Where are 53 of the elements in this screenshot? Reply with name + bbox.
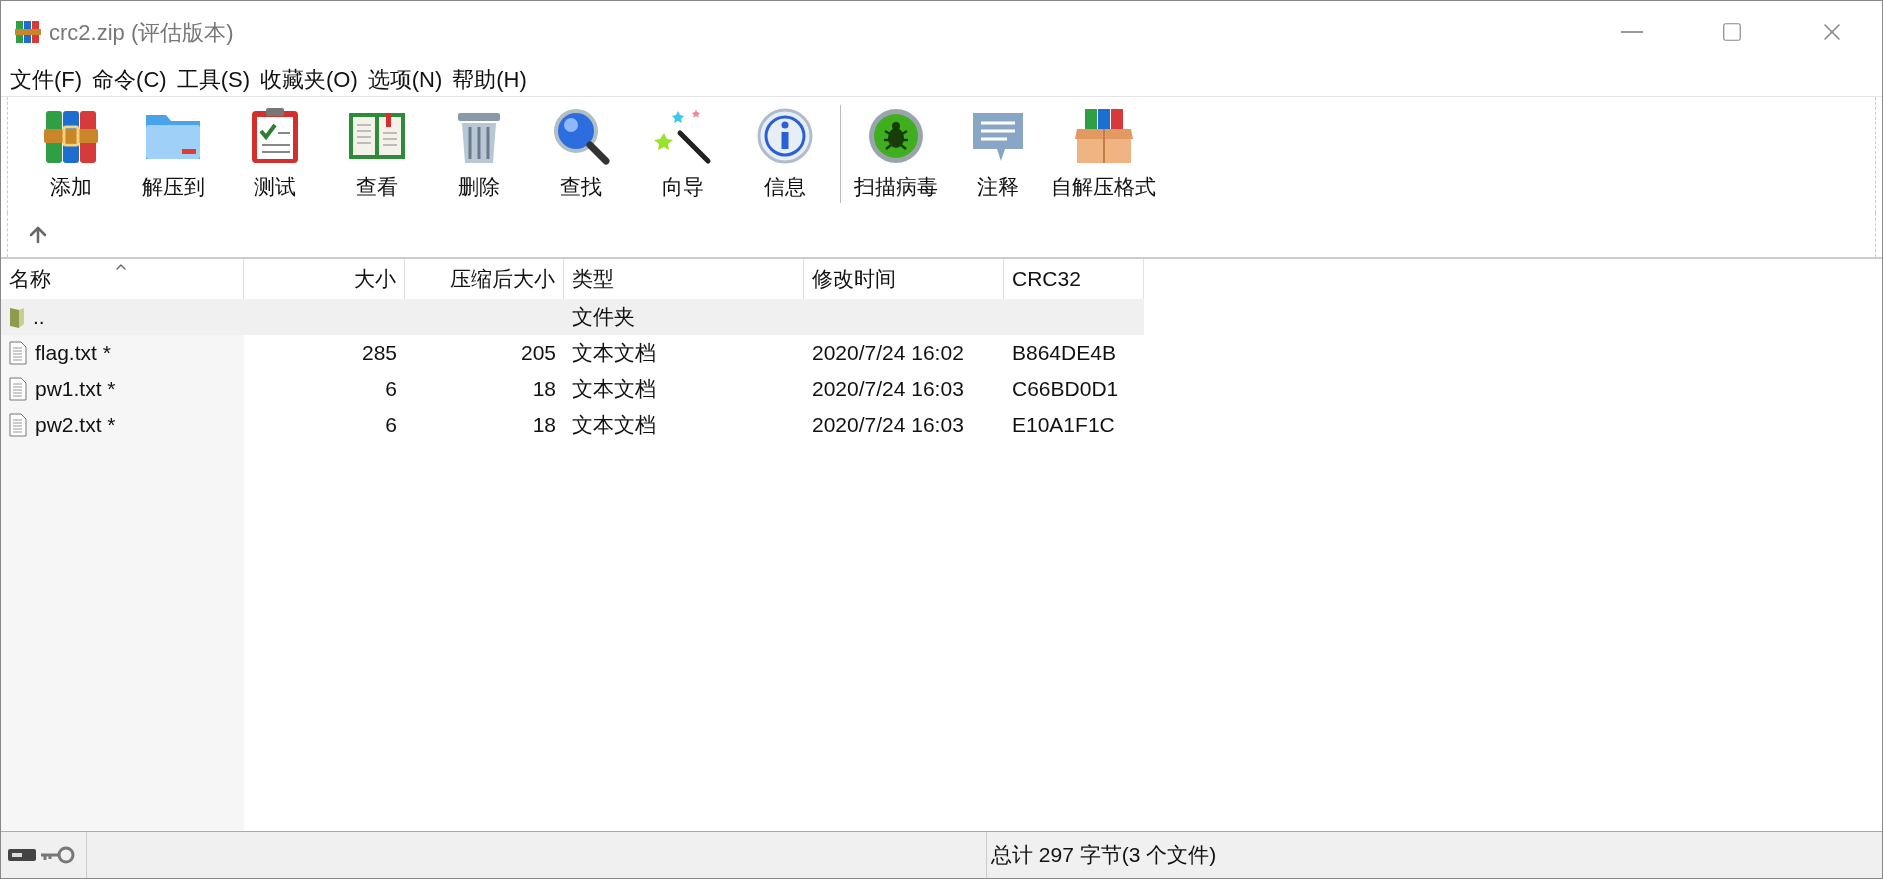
table-cell-text: 18 <box>532 376 556 403</box>
menu-item[interactable]: 选项(N) <box>362 63 448 96</box>
toolbar-button[interactable]: 信息 <box>734 105 836 203</box>
menu-item[interactable]: 文件(F) <box>5 63 88 96</box>
table-cell-text: 205 <box>520 340 556 367</box>
table-cell-text: 文件夹 <box>572 304 635 331</box>
table-cell-text: 2020/7/24 16:03 <box>812 376 964 403</box>
file-row[interactable]: flag.txt * 285 205 文本文档 2020/7/24 16:02 B864DE4B <box>1 335 1144 371</box>
table-cell-text: 6 <box>385 412 397 439</box>
toolbar-button[interactable]: 注释 <box>947 105 1049 203</box>
menu-item[interactable]: 收藏夹(O) <box>254 63 363 96</box>
toolbar-button[interactable]: 测试 <box>224 105 326 203</box>
table-cell-text: 2020/7/24 16:02 <box>812 340 964 367</box>
table-cell-text: C66BD0D1 <box>1012 376 1119 403</box>
menu-item[interactable]: 工具(S) <box>171 63 255 96</box>
maximize-icon <box>1721 21 1743 43</box>
column-header[interactable]: 名称 <box>1 259 244 299</box>
table-cell-text: 2020/7/24 16:03 <box>812 412 964 439</box>
minimize-icon <box>1621 31 1643 33</box>
text-file-icon <box>9 341 27 365</box>
toolbar-button[interactable]: 解压到 <box>122 105 224 203</box>
toolbar-button[interactable]: 查看 <box>326 105 428 203</box>
window-title: crc2.zip (评估版本) <box>49 18 234 47</box>
toolbar-button[interactable]: 添加 <box>20 105 122 203</box>
menu-item[interactable]: 命令(C) <box>87 63 172 96</box>
status-summary: 总计 297 字节(3 个文件) <box>991 842 1217 869</box>
table-cell-text: flag.txt * <box>35 340 111 367</box>
table-cell-text: B864DE4B <box>1012 340 1116 367</box>
table-cell-text: pw2.txt * <box>35 412 116 439</box>
table-cell-text: .. <box>33 304 45 331</box>
drive-icon <box>7 847 37 863</box>
menu-item[interactable]: 帮助(H) <box>447 63 532 96</box>
table-cell-text: E10A1F1C <box>1012 412 1115 439</box>
toolbar-button[interactable]: 删除 <box>428 105 530 203</box>
table-cell-text: 18 <box>532 412 556 439</box>
toolbar-button[interactable]: 自解压格式 <box>1049 105 1158 203</box>
file-row[interactable]: pw1.txt * 6 18 文本文档 2020/7/24 16:03 C66BD0D1 <box>1 371 1144 407</box>
table-cell-text: 文本文档 <box>572 376 656 403</box>
text-file-icon <box>9 377 27 401</box>
toolbar-button[interactable]: 扫描病毒 <box>845 105 947 203</box>
key-icon <box>39 846 75 864</box>
table-cell-text: 285 <box>361 340 397 367</box>
table-cell-text: 文本文档 <box>572 340 656 367</box>
table-cell-text: 6 <box>385 376 397 403</box>
file-row[interactable]: .. 文件夹 <box>1 299 1144 335</box>
text-file-icon <box>9 413 27 437</box>
toolbar-button[interactable]: 查找 <box>530 105 632 203</box>
table-cell-text: 文本文档 <box>572 412 656 439</box>
app-logo-icon <box>15 19 41 45</box>
file-row[interactable]: pw2.txt * 6 18 文本文档 2020/7/24 16:03 E10A1F1C <box>1 407 1144 443</box>
folder-icon <box>9 306 25 328</box>
toolbar-button[interactable]: 向导 <box>632 105 734 203</box>
table-cell-text: pw1.txt * <box>35 376 116 403</box>
